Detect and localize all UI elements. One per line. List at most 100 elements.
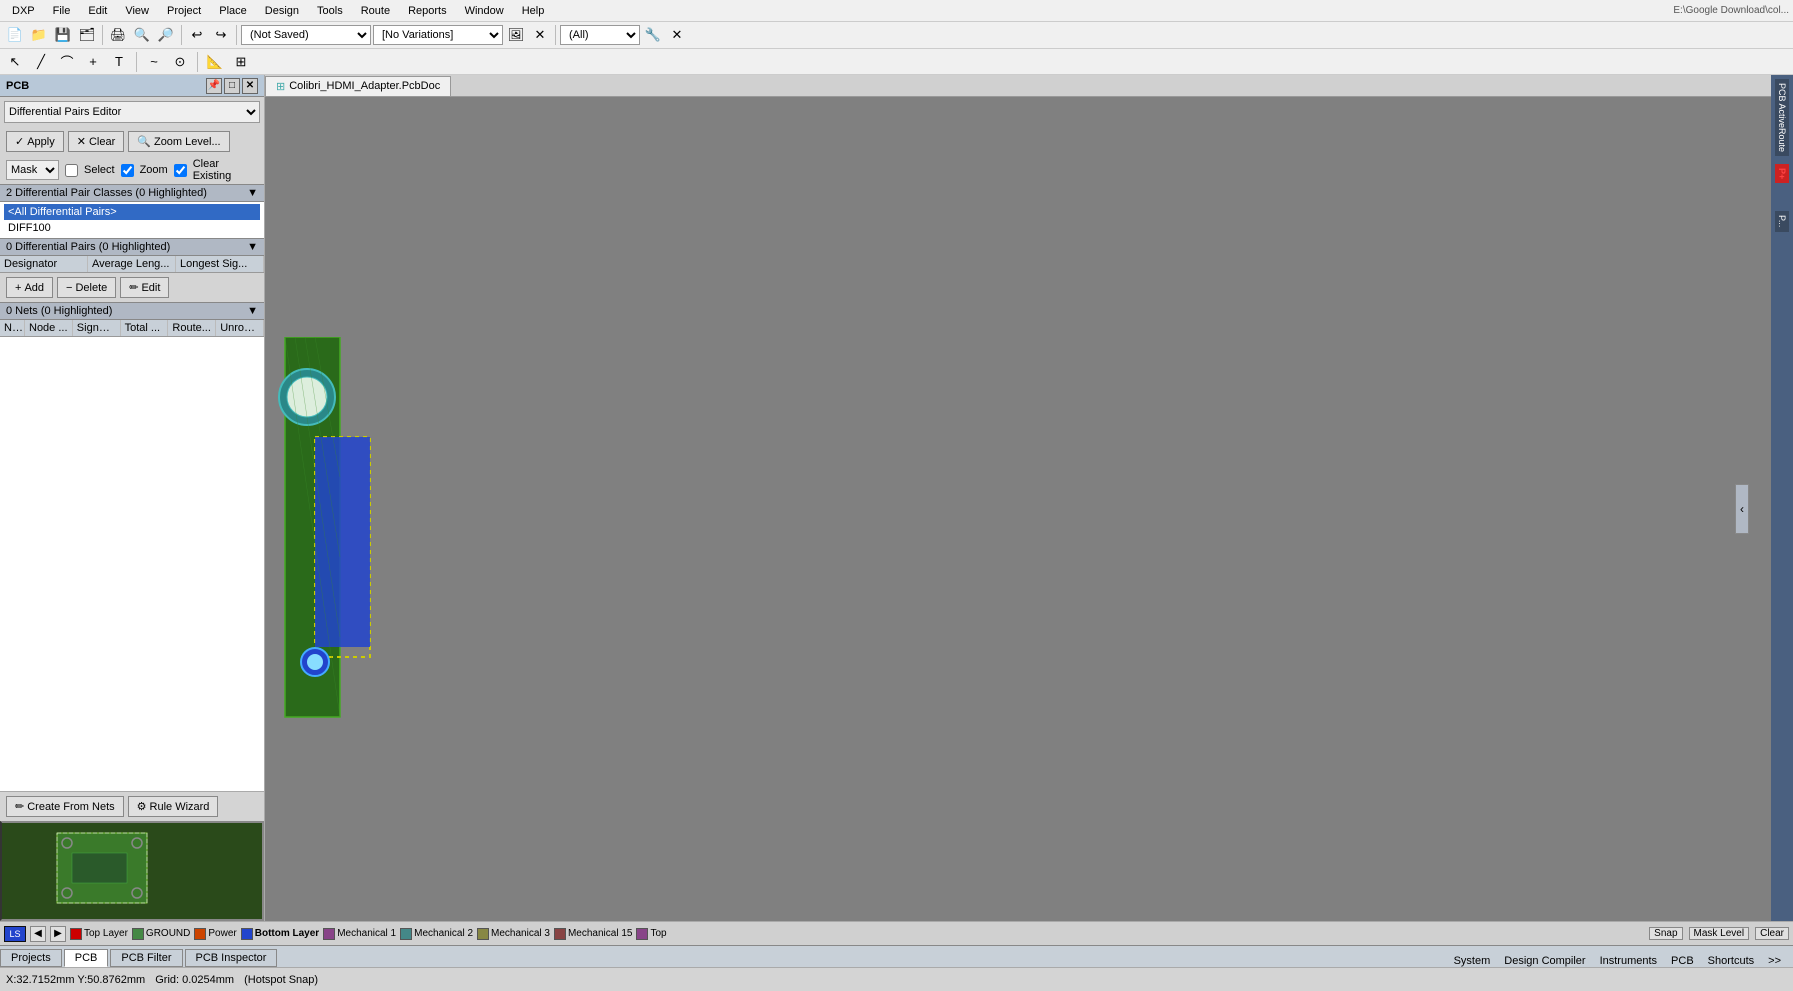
nets-title: 0 Nets (0 Highlighted) xyxy=(6,305,112,317)
variation-select[interactable]: [No Variations] xyxy=(373,25,503,45)
toolbar-open[interactable]: 📁 xyxy=(28,24,50,46)
select-checkbox[interactable] xyxy=(65,164,78,177)
path-display: E:\Google Download\col... xyxy=(1673,5,1789,16)
file-status-select[interactable]: (Not Saved) xyxy=(241,25,371,45)
menu-file[interactable]: File xyxy=(45,3,79,19)
layer-ground[interactable]: GROUND xyxy=(132,928,190,940)
toolbar-new[interactable]: 📄 xyxy=(4,24,26,46)
tab-pcb-filter[interactable]: PCB Filter xyxy=(110,949,182,967)
menu-edit[interactable]: Edit xyxy=(80,3,115,19)
section-more[interactable]: >> xyxy=(1764,955,1785,967)
toolbar2-text[interactable]: T xyxy=(108,51,130,73)
layer-nav-right[interactable]: ▶ xyxy=(50,926,66,942)
pcb-active-route-label2[interactable]: P+ xyxy=(1775,164,1789,183)
toolbar2-arrow[interactable]: ↖ xyxy=(4,51,26,73)
rule-wizard-button[interactable]: ⚙ Rule Wizard xyxy=(128,796,219,817)
right-collapse-arrow[interactable]: ‹ xyxy=(1735,484,1749,534)
panel-close-btn[interactable]: ✕ xyxy=(242,78,258,94)
menu-place[interactable]: Place xyxy=(211,3,255,19)
edit-button[interactable]: ✏ Edit xyxy=(120,277,169,298)
section-shortcuts[interactable]: Shortcuts xyxy=(1704,955,1758,967)
doc-tab-pcb[interactable]: ⊞ Colibri_HDMI_Adapter.PcbDoc xyxy=(265,76,451,96)
toolbar-undo[interactable]: ↩ xyxy=(186,24,208,46)
pcb-active-route-label[interactable]: PCB ActiveRoute xyxy=(1775,79,1789,156)
clear-existing-checkbox[interactable] xyxy=(174,164,187,177)
add-delete-edit-row: + Add − Delete ✏ Edit xyxy=(0,273,264,302)
section-design-compiler[interactable]: Design Compiler xyxy=(1500,955,1589,967)
diff-pairs-arrow[interactable]: ▼ xyxy=(247,241,258,253)
layer-top[interactable]: Top Layer xyxy=(70,928,128,940)
action-buttons-row: ✓ Apply ✕ Clear 🔍 Zoom Level... xyxy=(0,127,264,156)
pcb-active-route-label3[interactable]: P... xyxy=(1775,211,1789,231)
menu-project[interactable]: Project xyxy=(159,3,209,19)
menu-window[interactable]: Window xyxy=(457,3,512,19)
toolbar2-place[interactable]: + xyxy=(82,51,104,73)
toolbar-filter-btn1[interactable]: 🔧 xyxy=(642,24,664,46)
toolbar-zoom-out[interactable]: 🔎 xyxy=(155,24,177,46)
tab-pcb-inspector[interactable]: PCB Inspector xyxy=(185,949,278,967)
editor-dropdown[interactable]: Differential Pairs Editor xyxy=(4,101,260,123)
toolbar-zoom-in[interactable]: 🔍 xyxy=(131,24,153,46)
create-from-nets-button[interactable]: ✏ Create From Nets xyxy=(6,796,124,817)
menu-route[interactable]: Route xyxy=(353,3,398,19)
toolbar-save-all[interactable]: 🗂 xyxy=(76,24,98,46)
apply-button[interactable]: ✓ Apply xyxy=(6,131,64,152)
menu-dxp[interactable]: DXP xyxy=(4,3,43,19)
menu-reports[interactable]: Reports xyxy=(400,3,455,19)
snap-label[interactable]: Snap xyxy=(1649,927,1682,940)
layer-mech1-color xyxy=(323,928,335,940)
toolbar2-arc[interactable]: ⌒ xyxy=(56,51,78,73)
layer-power[interactable]: Power xyxy=(194,928,236,940)
toolbar2-grid[interactable]: ⊞ xyxy=(230,51,252,73)
bottom-buttons: ✏ Create From Nets ⚙ Rule Wizard xyxy=(0,791,264,821)
tab-projects[interactable]: Projects xyxy=(0,949,62,967)
toolbar-redo[interactable]: ↪ xyxy=(210,24,232,46)
editor-dropdown-container: Differential Pairs Editor xyxy=(4,101,260,123)
section-pcb[interactable]: PCB xyxy=(1667,955,1698,967)
toolbar2-line[interactable]: ╱ xyxy=(30,51,52,73)
tab-pcb[interactable]: PCB xyxy=(64,949,109,967)
zoom-checkbox[interactable] xyxy=(121,164,134,177)
nets-table-content xyxy=(0,337,264,791)
menu-help[interactable]: Help xyxy=(514,3,553,19)
sep3 xyxy=(236,25,237,45)
pair-class-diff100[interactable]: DIFF100 xyxy=(4,220,260,236)
layer-mech3[interactable]: Mechanical 3 xyxy=(477,928,550,940)
toolbar-var-btn2[interactable]: ✕ xyxy=(529,24,551,46)
toolbar2-route[interactable]: ~ xyxy=(143,51,165,73)
toolbar-print[interactable]: 🖨 xyxy=(107,24,129,46)
current-layer-indicator[interactable]: LS xyxy=(4,926,26,942)
thumbnail-area[interactable] xyxy=(0,821,264,921)
layer-bottom[interactable]: Bottom Layer xyxy=(241,928,319,940)
canvas-area[interactable]: ‹ xyxy=(265,97,1771,921)
pair-class-all[interactable]: <All Differential Pairs> xyxy=(4,204,260,220)
layer-top2[interactable]: Top xyxy=(636,928,666,940)
layer-mech2[interactable]: Mechanical 2 xyxy=(400,928,473,940)
clear-layer-label[interactable]: Clear xyxy=(1755,927,1789,940)
layer-mech15[interactable]: Mechanical 15 xyxy=(554,928,632,940)
toolbar-var-btn1[interactable]: 🖼 xyxy=(505,24,527,46)
panel-pin-btn[interactable]: 📌 xyxy=(206,78,222,94)
clear-button[interactable]: ✕ Clear xyxy=(68,131,125,152)
toolbar-filter-btn2[interactable]: ✕ xyxy=(666,24,688,46)
toolbar2-via[interactable]: ⊙ xyxy=(169,51,191,73)
layer-right-controls: Snap Mask Level Clear xyxy=(1649,927,1789,940)
all-select[interactable]: (All) xyxy=(560,25,640,45)
layer-mech1[interactable]: Mechanical 1 xyxy=(323,928,396,940)
menu-tools[interactable]: Tools xyxy=(309,3,351,19)
mask-level-label[interactable]: Mask Level xyxy=(1689,927,1750,940)
diff-pair-classes-arrow[interactable]: ▼ xyxy=(247,187,258,199)
zoom-level-button[interactable]: 🔍 Zoom Level... xyxy=(128,131,229,152)
section-system[interactable]: System xyxy=(1450,955,1495,967)
toolbar2-measure[interactable]: 📐 xyxy=(204,51,226,73)
nets-arrow[interactable]: ▼ xyxy=(247,305,258,317)
mask-select[interactable]: Mask xyxy=(6,160,59,180)
menu-design[interactable]: Design xyxy=(257,3,307,19)
panel-maximize-btn[interactable]: □ xyxy=(224,78,240,94)
section-instruments[interactable]: Instruments xyxy=(1596,955,1661,967)
add-button[interactable]: + Add xyxy=(6,277,53,298)
delete-button[interactable]: − Delete xyxy=(57,277,116,298)
toolbar-save[interactable]: 💾 xyxy=(52,24,74,46)
layer-nav-left[interactable]: ◀ xyxy=(30,926,46,942)
menu-view[interactable]: View xyxy=(117,3,157,19)
